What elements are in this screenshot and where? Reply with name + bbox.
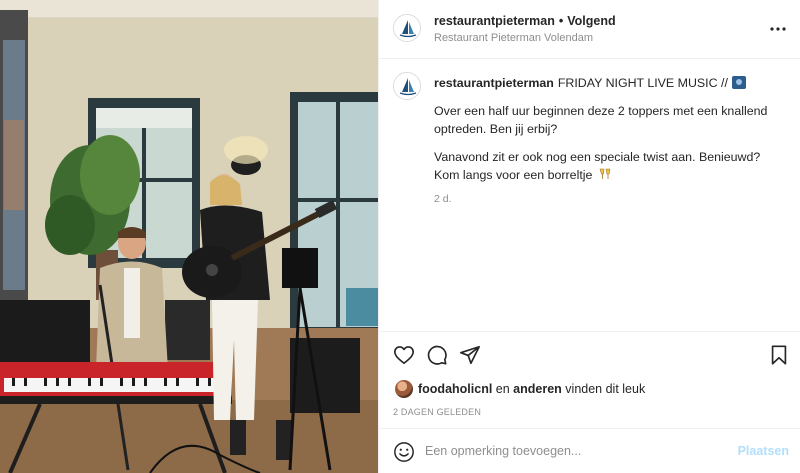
caption-section: restaurantpieterman FRIDAY NIGHT LIVE MUS… bbox=[379, 60, 800, 330]
sailboat-logo-icon bbox=[394, 73, 420, 99]
post-date[interactable]: 2 DAGEN GELEDEN bbox=[393, 407, 481, 417]
more-horizontal-icon[interactable] bbox=[769, 20, 787, 38]
caption-title: FRIDAY NIGHT LIVE MUSIC // bbox=[557, 76, 728, 90]
post-photo-illustration bbox=[0, 0, 378, 473]
caption-paragraph-2-wrap: Vanavond zit er ook nog een speciale twi… bbox=[434, 148, 784, 184]
caption-paragraph-1: Over een half uur beginnen deze 2 topper… bbox=[434, 104, 768, 136]
post-side-panel: restaurantpieterman • Volgend Restaurant P… bbox=[378, 0, 800, 473]
header-title-row: restaurantpieterman • Volgend bbox=[434, 14, 616, 28]
profile-avatar[interactable] bbox=[393, 14, 421, 42]
liker-avatar[interactable] bbox=[395, 380, 413, 398]
caption-text: restaurantpieterman FRIDAY NIGHT LIVE MUS… bbox=[434, 74, 784, 184]
caption-username[interactable]: restaurantpieterman bbox=[434, 76, 554, 90]
likes-summary: foodaholicnl en anderen vinden dit leuk bbox=[395, 380, 645, 398]
comment-box: Plaatsen bbox=[379, 428, 800, 473]
caption-timestamp[interactable]: 2 d. bbox=[434, 193, 452, 205]
sailboat-logo-icon bbox=[394, 15, 420, 41]
post-comment-button[interactable]: Plaatsen bbox=[738, 444, 789, 458]
emoji-smile-icon[interactable] bbox=[393, 441, 415, 463]
comment-input[interactable] bbox=[425, 440, 725, 462]
heart-icon[interactable] bbox=[393, 344, 415, 366]
liked-suffix-text: vinden dit leuk bbox=[561, 382, 646, 396]
liked-middle-text: en bbox=[492, 382, 514, 396]
music-emoji-icon bbox=[731, 76, 746, 89]
post-photo[interactable] bbox=[0, 0, 378, 473]
liked-others-link[interactable]: anderen bbox=[513, 382, 562, 396]
header-username[interactable]: restaurantpieterman bbox=[434, 14, 555, 28]
liked-by-user[interactable]: foodaholicnl bbox=[418, 382, 492, 396]
header-separator: • bbox=[558, 14, 564, 28]
bookmark-icon[interactable] bbox=[768, 344, 790, 366]
caption-avatar[interactable] bbox=[393, 72, 421, 100]
comment-icon[interactable] bbox=[426, 344, 448, 366]
clinking-glasses-icon bbox=[599, 168, 611, 179]
follow-button[interactable]: Volgend bbox=[567, 14, 615, 28]
share-icon[interactable] bbox=[459, 344, 481, 366]
post-header: restaurantpieterman • Volgend Restaurant P… bbox=[379, 0, 800, 59]
header-location[interactable]: Restaurant Pieterman Volendam bbox=[434, 32, 593, 44]
